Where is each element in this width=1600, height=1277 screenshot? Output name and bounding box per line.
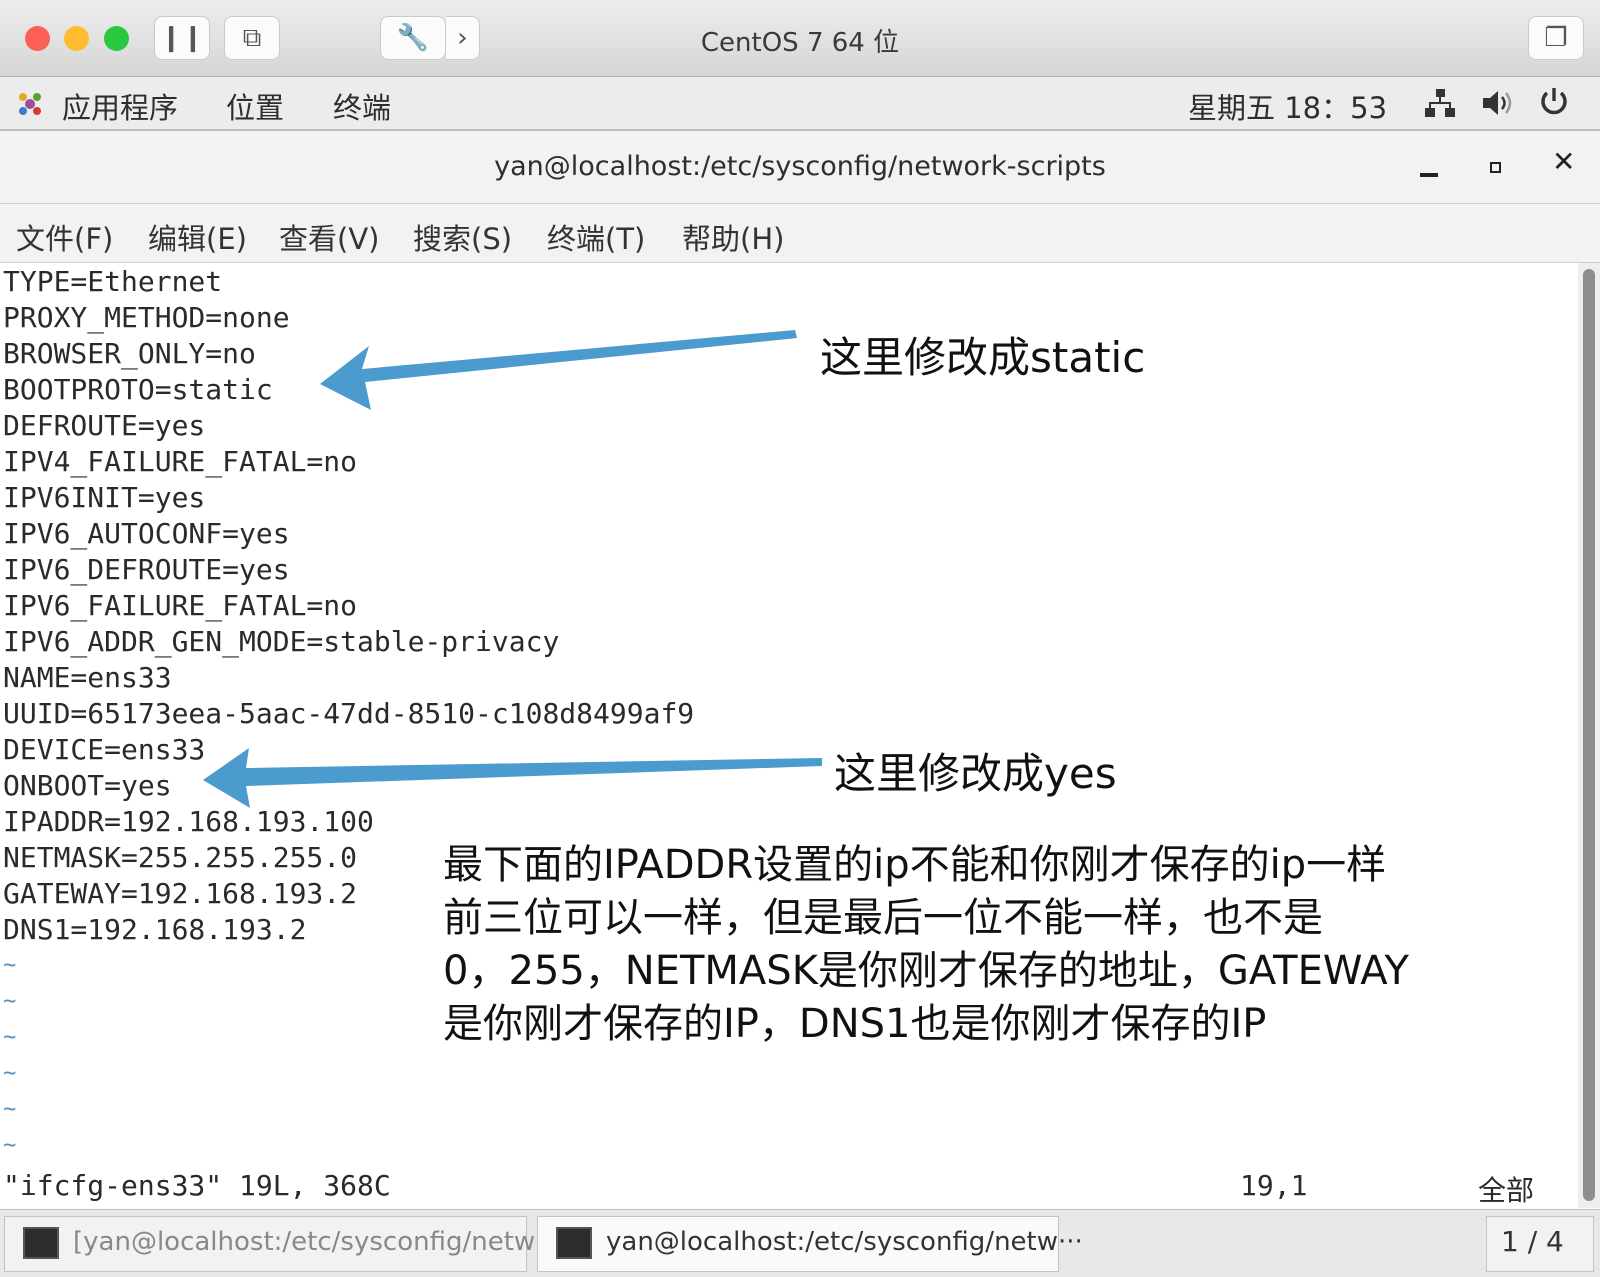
arrow-to-bootproto (320, 330, 797, 410)
workspace-switcher[interactable]: 1 / 4 (1486, 1216, 1594, 1272)
annotation-static: 这里修改成static (820, 333, 1146, 382)
workspace-indicator: 1 / 4 (1501, 1225, 1564, 1258)
annotation-arrows (203, 330, 822, 808)
annotation-note-line: 是你刚才保存的IP，DNS1也是你刚才保存的IP (443, 1001, 1267, 1047)
bottom-taskbar: [yan@localhost:/etc/sysconfig/netw··· ya… (0, 1209, 1600, 1277)
taskbar-item-terminal-1[interactable]: [yan@localhost:/etc/sysconfig/netw··· (4, 1216, 560, 1272)
taskbar-item-label: [yan@localhost:/etc/sysconfig/netw··· (73, 1227, 560, 1257)
annotation-note-line: 前三位可以一样，但是最后一位不能一样，也不是 (443, 895, 1323, 941)
annotation-yes: 这里修改成yes (834, 749, 1117, 798)
taskbar-item-label: yan@localhost:/etc/sysconfig/netw··· (606, 1227, 1083, 1257)
taskbar-item-terminal-2[interactable]: yan@localhost:/etc/sysconfig/netw··· (537, 1216, 1083, 1272)
annotation-note-line: 0，255，NETMASK是你刚才保存的地址，GATEWAY (443, 948, 1409, 994)
terminal-icon (23, 1227, 59, 1259)
arrow-to-onboot (203, 748, 822, 808)
annotation-note-line: 最下面的IPADDR设置的ip不能和你刚才保存的ip一样 (443, 842, 1387, 888)
terminal-icon (556, 1227, 592, 1259)
